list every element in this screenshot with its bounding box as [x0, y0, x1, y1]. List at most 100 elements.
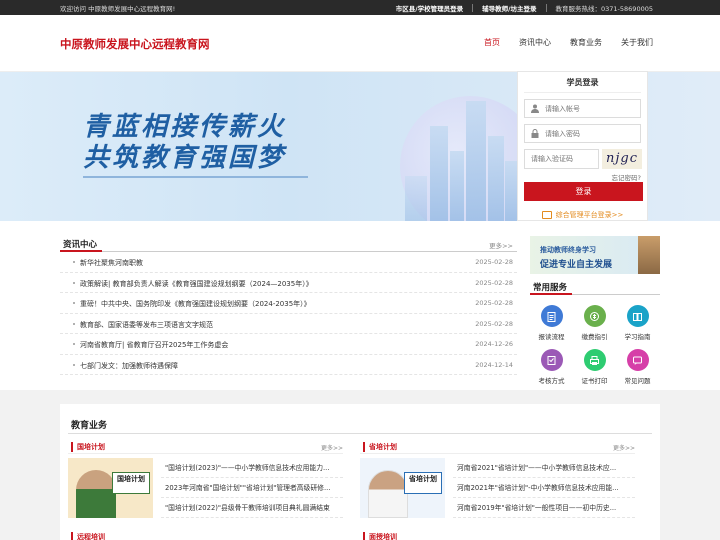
divider [524, 92, 641, 93]
news-item-title[interactable]: 重磅！中共中央、国务院印发《教育强国建设规划纲要（2024-2035年）》 [80, 299, 311, 309]
main-nav: 首页 资讯中心 教育业务 关于我们 [465, 37, 653, 48]
services-header: 常用服务 [530, 279, 660, 295]
list-item[interactable]: 河南2021年"省培计划"-中小学教师信息技术应用能... [453, 478, 635, 498]
news-item-date: 2025-02-28 [475, 278, 513, 287]
column-header: 国培计划 更多>> [68, 441, 343, 454]
national-training-column: 国培计划 更多>> 国培计划 "国培计划(2023)"——中小学教师信息技术应用… [68, 441, 343, 540]
image-badge: 国培计划 [112, 472, 150, 494]
top-links: 市区县/学校管理员登录 辅导教师/坊主登录 教育服务热线：0371-586900… [396, 3, 653, 13]
title-underline [530, 293, 572, 295]
service-label: 报读流程 [538, 333, 565, 341]
news-item-date: 2024-12-14 [475, 360, 513, 369]
service-study-guide[interactable]: 学习指南 [616, 305, 659, 341]
captcha-image[interactable]: njgc [602, 149, 642, 169]
admin-login-link[interactable]: 市区县/学校管理员登录 [396, 3, 463, 13]
nav-news[interactable]: 资讯中心 [519, 37, 551, 48]
hotline-text: 教育服务热线：0371-58690005 [555, 5, 653, 13]
slogan-line-1: 青蓝相接传薪火 [83, 112, 287, 142]
bullet [73, 261, 75, 263]
top-bar: 欢迎访问 中原教师发展中心远程教育网! 市区县/学校管理员登录 辅导教师/坊主登… [0, 0, 720, 15]
column-header: 面授培训 [360, 531, 635, 540]
provincial-training-column: 省培计划 更多>> 省培计划 河南省2021"省培计划"——中小学教师信息技术应… [360, 441, 635, 540]
news-item[interactable]: 政策解读| 教育部负责人解读《教育强国建设规划纲要（2024—2035年）》 20… [60, 273, 517, 293]
banner-slogan: 青蓝相接传薪火 共筑教育强国梦 [83, 112, 286, 174]
password-field[interactable] [524, 124, 641, 143]
forgot-password-link[interactable]: 忘记密码? [524, 172, 641, 182]
list-item[interactable]: 河南省2019年"省培计划"一般性项目——初中历史... [453, 498, 635, 518]
column-more-link[interactable]: 更多>> [613, 443, 635, 452]
list-item[interactable]: 河南省2021"省培计划"——中小学教师信息技术应... [453, 458, 635, 478]
news-item-title[interactable]: 河南省教育厅| 省教育厅召开2025年工作务虚会 [80, 340, 228, 350]
service-exam-method[interactable]: 考核方式 [530, 349, 573, 385]
business-title: 教育业务 [71, 421, 108, 431]
list-item[interactable]: 2023年河南省"国培计划""省培计划"管理者高级研修... [161, 478, 343, 498]
password-input[interactable] [545, 127, 640, 140]
news-header: 资讯中心 更多>> [60, 234, 517, 252]
lock-icon [531, 129, 539, 138]
student-login-panel: 学员登录 njgc 忘记密码? 登录 综合管理平台登录>> [517, 71, 648, 221]
promo-line-1: 推动教师终身学习 [540, 246, 596, 254]
news-item-date: 2025-02-28 [475, 258, 513, 266]
column-header: 远程培训 [68, 531, 343, 540]
user-icon [531, 104, 539, 113]
service-certificate-print[interactable]: 证书打印 [573, 349, 616, 385]
news-more-link[interactable]: 更多>> [489, 240, 513, 250]
building-graphic [405, 176, 427, 221]
bullet [73, 302, 75, 304]
manager-platform-link[interactable]: 综合管理平台登录>> [518, 210, 647, 220]
slogan-underline [83, 176, 308, 178]
login-button[interactable]: 登录 [524, 182, 643, 201]
welcome-text: 欢迎访问 中原教师发展中心远程教育网! [60, 5, 176, 13]
nav-home[interactable]: 首页 [484, 37, 500, 48]
national-training-list: "国培计划(2023)"——中小学教师信息技术应用能力... 2023年河南省"… [161, 458, 343, 518]
news-item-date: 2024-12-26 [475, 340, 513, 348]
column-more-link[interactable]: 更多>> [321, 443, 343, 452]
service-payment-guide[interactable]: 缴费指引 [573, 305, 616, 341]
book-icon [626, 305, 649, 327]
account-field[interactable] [524, 99, 641, 118]
tutor-login-link[interactable]: 辅导教师/坊主登录 [482, 3, 536, 13]
services-title: 常用服务 [533, 283, 568, 293]
promo-photo [638, 236, 660, 274]
site-logo[interactable]: 中原教师发展中心远程教育网 [60, 36, 210, 52]
bullet [73, 343, 75, 345]
news-item-date: 2025-02-28 [475, 299, 513, 307]
news-item[interactable]: 新华社聚焦河南职教 2025-02-28 [60, 252, 517, 273]
service-label: 常见问题 [624, 377, 651, 385]
news-item-title[interactable]: 七部门发文：加强教师待遇保障 [80, 361, 178, 371]
captcha-input[interactable] [524, 149, 599, 169]
service-enroll-process[interactable]: 报读流程 [530, 305, 573, 341]
news-item[interactable]: 教育部、国家语委等发布三项语言文字规范 2025-02-28 [60, 314, 517, 334]
payment-icon [583, 305, 606, 327]
clipboard-icon [540, 305, 563, 327]
divider [545, 4, 547, 12]
provincial-training-list: 河南省2021"省培计划"——中小学教师信息技术应... 河南2021年"省培计… [453, 458, 635, 518]
exam-icon [540, 349, 563, 371]
service-faq[interactable]: 常见问题 [616, 349, 659, 385]
account-input[interactable] [545, 102, 640, 115]
nav-business[interactable]: 教育业务 [570, 37, 602, 48]
service-label: 缴费指引 [581, 333, 608, 341]
slogan-line-2: 共筑教育强国梦 [83, 143, 287, 173]
service-label: 考核方式 [538, 377, 565, 385]
news-item-title[interactable]: 政策解读| 教育部负责人解读《教育强国建设规划纲要（2024—2035年）》 [80, 279, 313, 289]
question-icon [626, 349, 649, 371]
manager-link-label: 综合管理平台登录>> [555, 211, 624, 219]
news-item-title[interactable]: 教育部、国家语委等发布三项语言文字规范 [80, 320, 213, 330]
building-graphic [430, 126, 448, 221]
provincial-training-image[interactable]: 省培计划 [360, 458, 445, 518]
national-training-image[interactable]: 国培计划 [68, 458, 153, 518]
promo-banner[interactable]: 推动教师终身学习 促进专业自主发展 [530, 236, 660, 274]
news-item[interactable]: 河南省教育厅| 省教育厅召开2025年工作务虚会 2024-12-26 [60, 334, 517, 355]
news-item-title[interactable]: 新华社聚焦河南职教 [80, 258, 143, 268]
news-item-date: 2025-02-28 [475, 319, 513, 328]
list-item[interactable]: "国培计划(2023)"——中小学教师信息技术应用能力... [161, 458, 343, 478]
list-item[interactable]: "国培计划(2022)"县级骨干教师培训项目典礼圆满结束 [161, 498, 343, 518]
building-graphic [488, 136, 504, 221]
news-section: 资讯中心 更多>> 新华社聚焦河南职教 2025-02-28 政策解读| 教育部负… [60, 234, 517, 375]
news-item[interactable]: 重磅！中共中央、国务院印发《教育强国建设规划纲要（2024-2035年）》 202… [60, 293, 517, 314]
nav-about[interactable]: 关于我们 [621, 37, 653, 48]
news-item[interactable]: 七部门发文：加强教师待遇保障 2024-12-14 [60, 355, 517, 375]
bullet [73, 363, 75, 366]
service-label: 学习指南 [624, 333, 651, 341]
